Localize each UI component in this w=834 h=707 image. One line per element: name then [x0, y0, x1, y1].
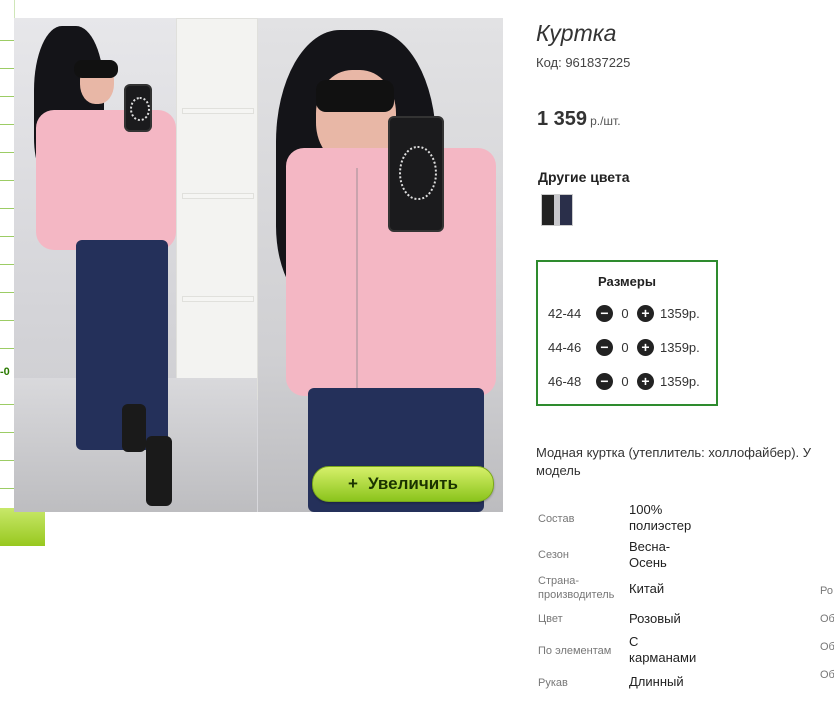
photo-panel-left [14, 18, 258, 512]
zoom-button[interactable]: + Увеличить [312, 466, 494, 502]
edge-tick [0, 124, 14, 125]
size-row: 42-44 − 0 + 1359р. [548, 303, 700, 323]
product-price: 1 359 р./шт. [537, 108, 621, 131]
edge-tick [0, 180, 14, 181]
edge-tick [0, 68, 14, 69]
quantity-value[interactable]: 0 [613, 374, 637, 389]
quantity-value[interactable]: 0 [613, 340, 637, 355]
property-key: Состав [538, 513, 575, 525]
jacket-zipper [356, 168, 358, 390]
plus-icon: + [348, 474, 358, 493]
product-description: Модная куртка (утеплитель: холлофайбер).… [536, 444, 834, 480]
product-title: Куртка [536, 20, 617, 46]
edge-green-block [0, 508, 45, 546]
phone [124, 84, 152, 132]
property-key: Рукав [538, 677, 568, 689]
price-value: 1 359 [537, 108, 588, 130]
product-photo[interactable]: + Увеличить [14, 18, 503, 512]
clipped-column-text: Об [820, 669, 834, 681]
size-row: 44-46 − 0 + 1359р. [548, 337, 700, 357]
property-key: По элементам [538, 645, 612, 657]
minus-circle-icon[interactable]: − [596, 304, 613, 322]
left-edge-strip [0, 0, 15, 540]
edge-tick [0, 236, 14, 237]
plus-circle-icon[interactable]: + [637, 372, 654, 390]
edge-tick [0, 460, 14, 461]
shelf [182, 296, 254, 302]
size-label: 42-44 [548, 305, 582, 321]
clipped-column-text: Об [820, 641, 834, 653]
shelf-unit [176, 18, 258, 400]
size-price: 1359р. [660, 305, 700, 321]
edge-tick [0, 40, 14, 41]
minus-circle-icon[interactable]: − [596, 372, 613, 390]
size-price: 1359р. [660, 339, 700, 355]
sizes-box: Размеры 42-44 − 0 + 1359р. 44-46 − 0 + 1… [536, 260, 718, 406]
photo-panel-right [258, 18, 503, 512]
property-value: Длинный [629, 674, 684, 689]
plus-circle-icon[interactable]: + [637, 338, 654, 356]
clipped-column-text: Ро [820, 585, 833, 597]
edge-tick [0, 152, 14, 153]
edge-tick [0, 348, 14, 349]
color-variant-thumbnail[interactable] [541, 194, 573, 226]
minus-circle-icon[interactable]: − [596, 338, 613, 356]
plus-circle-icon[interactable]: + [637, 304, 654, 322]
clipped-column-text: Об [820, 613, 834, 625]
size-label: 44-46 [548, 339, 582, 355]
property-key: Страна-производитель [538, 575, 615, 601]
size-label: 46-48 [548, 373, 582, 389]
description-line: Модная куртка (утеплитель: холлофайбер).… [536, 445, 812, 460]
product-code: Код: 961837225 [536, 55, 631, 70]
edge-tick [0, 488, 14, 489]
edge-tick [0, 264, 14, 265]
price-unit: р./шт. [590, 114, 621, 128]
shelf [182, 108, 254, 114]
property-value: С карманами [629, 634, 697, 665]
edge-label: -0 [0, 366, 10, 378]
edge-tick [0, 320, 14, 321]
edge-tick [0, 404, 14, 405]
edge-tick [0, 292, 14, 293]
edge-tick [0, 208, 14, 209]
boot [146, 436, 172, 506]
sunglasses [316, 80, 394, 112]
description-line: модель [536, 463, 581, 478]
other-colors-heading: Другие цвета [538, 169, 630, 185]
sizes-title: Размеры [598, 274, 656, 289]
shelf [182, 193, 254, 199]
edge-tick [0, 96, 14, 97]
size-row: 46-48 − 0 + 1359р. [548, 371, 700, 391]
edge-tick [0, 432, 14, 433]
property-value: Весна-Осень [629, 539, 671, 570]
size-price: 1359р. [660, 373, 700, 389]
zoom-button-label: Увеличить [367, 474, 458, 493]
sunglasses [74, 60, 118, 78]
boot [122, 404, 146, 452]
property-key: Сезон [538, 549, 569, 561]
quantity-value[interactable]: 0 [613, 306, 637, 321]
property-key: Цвет [538, 613, 563, 625]
phone [388, 116, 444, 232]
property-value: Китай [629, 581, 665, 596]
property-value: 100% полиэстер [629, 502, 692, 533]
pink-jacket [36, 110, 176, 250]
property-value: Розовый [629, 611, 681, 626]
